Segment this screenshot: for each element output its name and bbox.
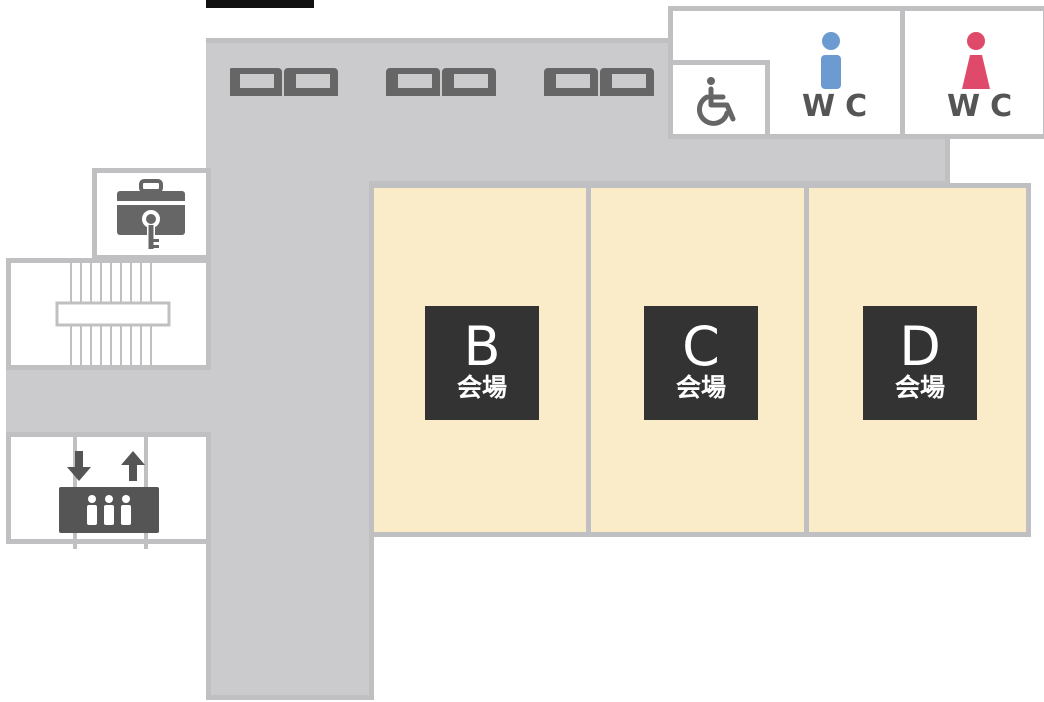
hall-b-letter: B xyxy=(463,315,501,378)
hall-d[interactable]: D 会場 xyxy=(804,183,1031,537)
hall-b-sign: B 会場 xyxy=(425,306,539,420)
sofa-group xyxy=(230,62,660,100)
stairs-icon xyxy=(55,263,171,368)
stairwell xyxy=(6,258,211,370)
hall-c-letter: C xyxy=(682,315,720,378)
hall-d-letter: D xyxy=(899,315,941,378)
hall-b[interactable]: B 会場 xyxy=(369,183,591,537)
hall-c-suffix: 会場 xyxy=(675,373,726,402)
hall-d-suffix: 会場 xyxy=(894,373,945,402)
hall-c-sign: C 会場 xyxy=(644,306,758,420)
sofa-icon xyxy=(230,68,654,96)
men-restroom: WC xyxy=(770,11,900,134)
women-restroom: WC xyxy=(905,11,1044,134)
corridor-left xyxy=(6,365,216,437)
men-wc-label: WC xyxy=(802,89,878,124)
corridor-fill xyxy=(211,43,369,695)
accessible-restroom xyxy=(668,60,770,139)
elevator-icon xyxy=(59,451,159,533)
locker-key-icon xyxy=(117,179,185,251)
hall-c[interactable]: C 会場 xyxy=(586,183,809,537)
wheelchair-icon xyxy=(696,77,736,126)
elevator-room xyxy=(6,432,211,549)
header-tab xyxy=(206,0,314,8)
women-wc-label: WC xyxy=(947,89,1023,124)
hall-b-suffix: 会場 xyxy=(456,373,507,402)
locker-room xyxy=(92,168,211,260)
hall-d-sign: D 会場 xyxy=(863,306,977,420)
